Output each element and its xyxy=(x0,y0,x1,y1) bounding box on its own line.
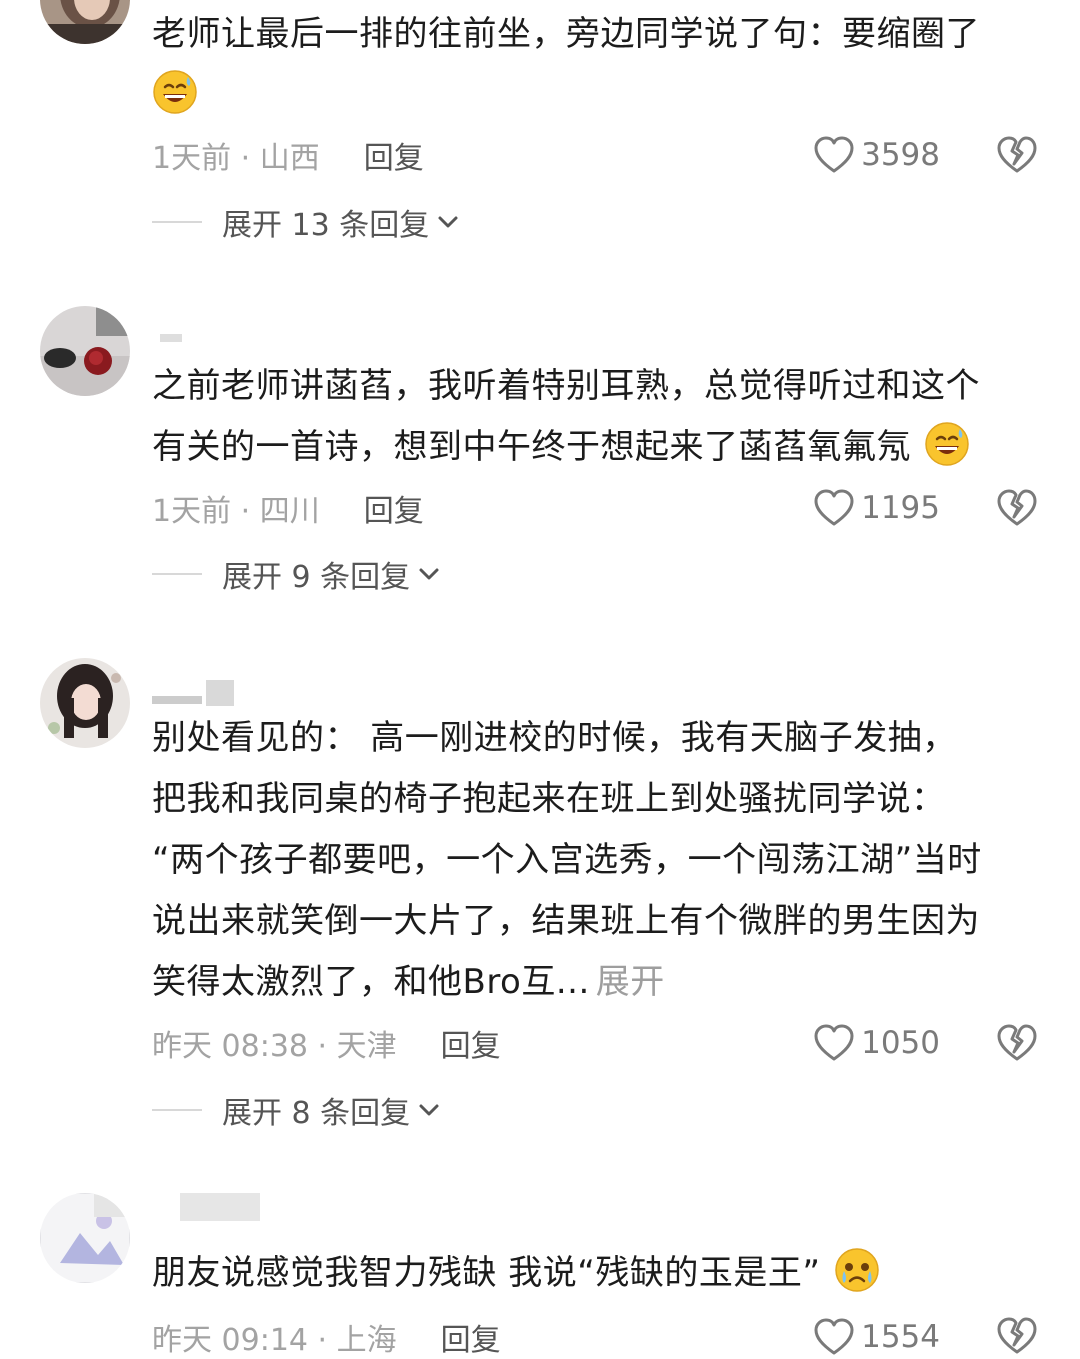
expand-replies-button[interactable]: 展开 8 条回复 xyxy=(152,1088,440,1132)
comment-meta: 昨天 09:14 · 上海 回复 xyxy=(152,1315,501,1359)
divider xyxy=(152,221,202,223)
chevron-down-icon xyxy=(419,1104,439,1116)
chevron-down-icon xyxy=(419,568,439,580)
like-count: 1195 xyxy=(861,490,940,526)
username-blur xyxy=(206,680,234,706)
broken-heart-icon[interactable] xyxy=(996,487,1038,529)
time-location: 昨天 08:38 · 天津 xyxy=(152,1029,397,1064)
username-blur xyxy=(160,334,182,342)
reply-button[interactable]: 回复 xyxy=(441,1315,501,1359)
comment-item: 之前老师讲菡萏，我听着特别耳熟，总觉得听过和这个 有关的一首诗，想到中午终于想起… xyxy=(0,300,1080,630)
comment-line: 之前老师讲菡萏，我听着特别耳熟，总觉得听过和这个 xyxy=(152,366,980,406)
like-button[interactable]: 1195 xyxy=(813,486,940,530)
comment-meta: 昨天 08:38 · 天津 回复 xyxy=(152,1021,501,1065)
comment-text: 朋友说感觉我智力残缺 我说“残缺的玉是王” xyxy=(152,1243,1042,1304)
heart-icon xyxy=(814,489,854,526)
expand-text-link[interactable]: 展开 xyxy=(596,962,665,1002)
like-button[interactable]: 1050 xyxy=(813,1021,940,1065)
comment-line: 别处看见的： 高一刚进校的时候，我有天脑子发抽， xyxy=(152,718,957,758)
expand-replies-button[interactable]: 展开 13 条回复 xyxy=(152,200,459,244)
time-location: 1天前 · 四川 xyxy=(152,494,320,529)
avatar[interactable] xyxy=(40,306,130,396)
avatar[interactable] xyxy=(40,1193,130,1283)
comment-line: “两个孩子都要吧，一个入宫选秀，一个闯荡江湖”当时 xyxy=(152,840,982,880)
broken-heart-icon[interactable] xyxy=(996,1022,1038,1064)
comment-text: 之前老师讲菡萏，我听着特别耳熟，总觉得听过和这个 有关的一首诗，想到中午终于想起… xyxy=(152,356,1042,478)
grinning-sweat-emoji xyxy=(153,70,197,114)
like-button[interactable]: 1554 xyxy=(813,1315,940,1359)
comment-text: 别处看见的： 高一刚进校的时候，我有天脑子发抽， 把我和我同桌的椅子抱起来在班上… xyxy=(152,708,1042,1013)
like-button[interactable]: 3598 xyxy=(813,133,940,177)
crying-face-emoji xyxy=(835,1248,879,1292)
like-count: 1554 xyxy=(861,1319,940,1355)
time-location: 昨天 09:14 · 上海 xyxy=(152,1323,397,1358)
comment-meta: 1天前 · 山西 回复 xyxy=(152,133,424,177)
expand-replies-label: 展开 13 条回复 xyxy=(222,208,430,243)
username-blur xyxy=(180,1193,260,1221)
time-location: 1天前 · 山西 xyxy=(152,141,320,176)
comment-line: 朋友说感觉我智力残缺 我说“残缺的玉是王” xyxy=(152,1243,1042,1304)
reply-button[interactable]: 回复 xyxy=(441,1021,501,1065)
broken-heart-icon[interactable] xyxy=(996,1315,1038,1357)
expand-replies-button[interactable]: 展开 9 条回复 xyxy=(152,552,440,596)
heart-icon xyxy=(814,1024,854,1061)
grinning-sweat-emoji xyxy=(925,422,970,466)
username-blur xyxy=(152,696,202,704)
divider xyxy=(152,573,202,575)
heart-icon xyxy=(814,1318,854,1355)
comment-item: 老师让最后一排的往前坐，旁边同学说了句：要缩圈了 1天前 · 山西 回复 359… xyxy=(0,0,1080,290)
expand-replies-label: 展开 8 条回复 xyxy=(222,1096,411,1131)
expand-replies-label: 展开 9 条回复 xyxy=(222,560,411,595)
comment-line: 笑得太激烈了，和他Bro互... 展开 xyxy=(152,962,665,1002)
broken-heart-icon[interactable] xyxy=(996,134,1038,176)
comment-item: 朋友说感觉我智力残缺 我说“残缺的玉是王” 昨天 09:14 · 上海 回复 1… xyxy=(0,1185,1080,1358)
comment-line: 把我和我同桌的椅子抱起来在班上到处骚扰同学说： xyxy=(152,779,946,819)
like-count: 3598 xyxy=(861,137,940,173)
avatar[interactable] xyxy=(40,0,130,44)
comment-line: 有关的一首诗，想到中午终于想起来了菡萏氧氟氖 xyxy=(152,417,1042,478)
comment-meta: 1天前 · 四川 回复 xyxy=(152,486,424,530)
divider xyxy=(152,1109,202,1111)
chevron-down-icon xyxy=(438,216,458,228)
comment-item: 别处看见的： 高一刚进校的时候，我有天脑子发抽， 把我和我同桌的椅子抱起来在班上… xyxy=(0,650,1080,1160)
reply-button[interactable]: 回复 xyxy=(364,486,424,530)
comment-line xyxy=(152,65,1042,126)
avatar[interactable] xyxy=(40,658,130,748)
reply-button[interactable]: 回复 xyxy=(364,133,424,177)
comment-text: 老师让最后一排的往前坐，旁边同学说了句：要缩圈了 xyxy=(152,4,1042,126)
like-count: 1050 xyxy=(861,1025,940,1061)
comment-line: 说出来就笑倒一大片了，结果班上有个微胖的男生因为 xyxy=(152,901,980,941)
comment-line: 老师让最后一排的往前坐，旁边同学说了句：要缩圈了 xyxy=(152,14,980,54)
heart-icon xyxy=(814,136,854,173)
